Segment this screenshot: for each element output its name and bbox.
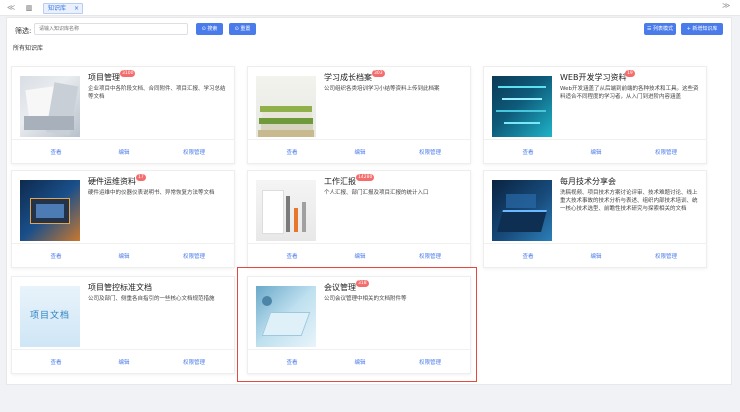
card-actions: 查看 编辑 权限管理: [484, 139, 706, 163]
permission-link[interactable]: 权限管理: [410, 252, 450, 260]
card-description: 硬件运维中的仪器仪表说明书、异常恢复方法等文档: [88, 190, 215, 196]
card-hardware-ops[interactable]: 硬件运维资料 17 硬件运维中的仪器仪表说明书、异常恢复方法等文档 查看 编辑 …: [11, 170, 235, 268]
count-badge: 14280: [356, 174, 375, 181]
view-link[interactable]: 查看: [36, 358, 76, 366]
tab-knowledge-base[interactable]: 知识库 ×: [43, 3, 83, 14]
card-actions: 查看 编辑 权限管理: [12, 139, 234, 163]
card-thumbnail: [492, 180, 552, 241]
home-tab-icon[interactable]: ▥: [24, 3, 34, 13]
card-web-dev-materials[interactable]: WEB开发学习资料 19 Web开发涵盖了从后端到前端的各种技术和工具。这些资料…: [483, 66, 707, 164]
card-title: 项目管控标准文档: [88, 283, 152, 292]
scroll-left-icon[interactable]: ≪: [4, 0, 18, 16]
card-thumbnail: [20, 76, 80, 137]
count-badge: 303: [372, 70, 385, 77]
card-description: 公司及部门、侧重各自指引的一些核心文档规范措施: [88, 296, 215, 302]
view-link[interactable]: 查看: [508, 252, 548, 260]
section-title: 所有知识库: [13, 45, 44, 52]
edit-link[interactable]: 编辑: [340, 252, 380, 260]
list-mode-button[interactable]: ☰ 列表模式: [644, 23, 676, 35]
card-title: 项目管理: [88, 73, 120, 82]
view-link[interactable]: 查看: [272, 148, 312, 156]
card-monthly-tech-share[interactable]: 每月技术分享会 洗稿视频、项目技术方案讨论评审、技术难题讨论、线上重大技术事故的…: [483, 170, 707, 268]
card-description: 公司组织各类培训学习小结等资料上传到此档案: [324, 86, 440, 92]
card-title: 硬件运维资料: [88, 177, 136, 186]
card-title: 学习成长档案: [324, 73, 372, 82]
permission-link[interactable]: 权限管理: [174, 358, 214, 366]
card-thumbnail: [256, 180, 316, 241]
card-thumbnail: [256, 76, 316, 137]
card-description: Web开发涵盖了从后端到前端的各种技术和工具。这些资料适合不同程度的学习者，从入…: [560, 86, 699, 100]
count-badge: 3100: [120, 70, 136, 77]
card-project-management[interactable]: 项目管理 3100 企业项目中各阶段文档、合同附件、项目汇报、学习总结等文档 查…: [11, 66, 235, 164]
card-title: WEB开发学习资料: [560, 73, 627, 82]
permission-link[interactable]: 权限管理: [174, 148, 214, 156]
edit-link[interactable]: 编辑: [340, 148, 380, 156]
thumbnail-text: 项目文档: [29, 311, 70, 321]
card-actions: 查看 编辑 权限管理: [248, 243, 470, 267]
permission-link[interactable]: 权限管理: [646, 148, 686, 156]
permission-link[interactable]: 权限管理: [410, 148, 450, 156]
add-knowledge-base-button[interactable]: + 新增知识库: [681, 23, 723, 35]
card-description: 洗稿视频、项目技术方案讨论评审、技术难题讨论、线上重大技术事故的技术分析与表述、…: [560, 190, 698, 212]
view-link[interactable]: 查看: [508, 148, 548, 156]
card-learning-archive[interactable]: 学习成长档案 303 公司组织各类培训学习小结等资料上传到此档案 查看 编辑 权…: [247, 66, 471, 164]
permission-link[interactable]: 权限管理: [646, 252, 686, 260]
view-link[interactable]: 查看: [36, 252, 76, 260]
card-project-control-standards[interactable]: 项目文档 项目管控标准文档 公司及部门、侧重各自指引的一些核心文档规范措施 查看…: [11, 276, 235, 374]
close-icon[interactable]: ×: [74, 4, 79, 13]
card-title: 每月技术分享会: [560, 177, 616, 186]
highlight-frame: [237, 267, 477, 382]
card-description: 企业项目中各阶段文档、合同附件、项目汇报、学习总结等文档: [88, 86, 226, 100]
count-badge: 17: [136, 174, 146, 181]
edit-link[interactable]: 编辑: [104, 148, 144, 156]
count-badge: 19: [625, 70, 635, 77]
edit-link[interactable]: 编辑: [576, 148, 616, 156]
card-thumbnail: [20, 180, 80, 241]
edit-link[interactable]: 编辑: [104, 252, 144, 260]
tab-label: 知识库: [48, 5, 67, 12]
card-actions: 查看 编辑 权限管理: [12, 243, 234, 267]
card-work-report[interactable]: 工作汇报 14280 个人汇报、部门汇报及项目汇报的统计入口 查看 编辑 权限管…: [247, 170, 471, 268]
permission-link[interactable]: 权限管理: [174, 252, 214, 260]
card-description: 个人汇报、部门汇报及项目汇报的统计入口: [324, 190, 429, 196]
edit-link[interactable]: 编辑: [576, 252, 616, 260]
view-link[interactable]: 查看: [36, 148, 76, 156]
card-actions: 查看 编辑 权限管理: [248, 139, 470, 163]
card-thumbnail: 项目文档: [20, 286, 80, 347]
card-actions: 查看 编辑 权限管理: [484, 243, 706, 267]
card-title: 工作汇报: [324, 177, 356, 186]
search-input[interactable]: [34, 23, 188, 35]
view-link[interactable]: 查看: [272, 252, 312, 260]
tab-bar: ≪ ▥ 知识库 × ≫: [0, 0, 740, 16]
search-button[interactable]: ⊙ 搜索: [196, 23, 223, 35]
card-actions: 查看 编辑 权限管理: [12, 349, 234, 373]
edit-link[interactable]: 编辑: [104, 358, 144, 366]
card-thumbnail: [492, 76, 552, 137]
reset-button[interactable]: ⊙ 重置: [229, 23, 256, 35]
scroll-right-icon[interactable]: ≫: [722, 1, 730, 10]
filter-label: 筛选:: [15, 27, 32, 35]
